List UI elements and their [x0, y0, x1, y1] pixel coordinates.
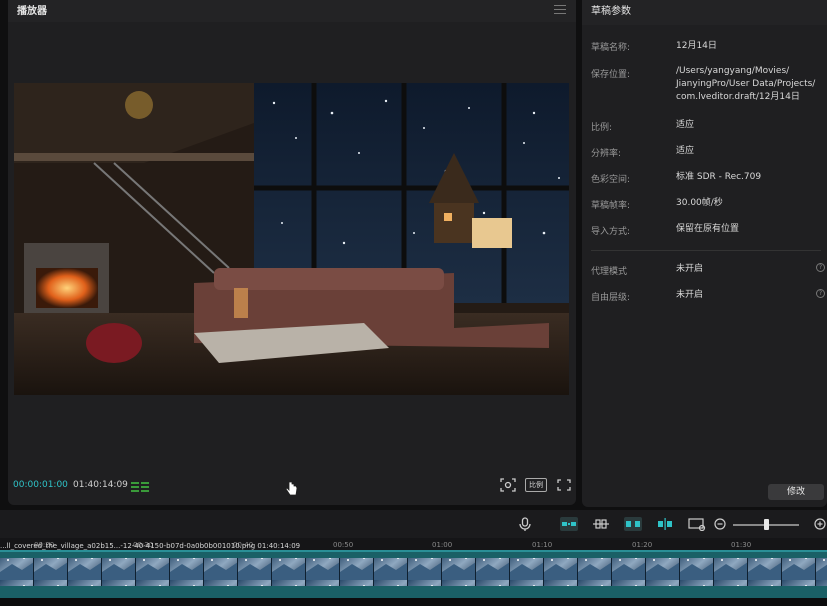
ratio-value: 适应: [676, 120, 695, 130]
timeline-toolbar: [0, 510, 827, 538]
caption-icon[interactable]: [688, 517, 706, 531]
save-location-value: /Users/yangyang/Movies/ JianyingPro/User…: [676, 65, 815, 104]
draft-params-panel: 草稿参数 草稿名称: 12月14日 保存位置: /Users/yangyang/…: [582, 0, 827, 507]
params-title: 草稿参数: [591, 6, 631, 17]
frame-rate-value: 30.00帧/秒: [676, 198, 723, 208]
linkage-icon[interactable]: [624, 517, 642, 531]
save-location-line-2: JianyingPro/User Data/Projects/: [676, 79, 816, 89]
proxy-help-icon[interactable]: ?: [816, 263, 825, 272]
free-layer-value: 未开启: [676, 290, 704, 300]
frame-rate-label: 草稿帧率:: [591, 201, 631, 211]
ruler-tick: 01:30: [731, 541, 752, 549]
hand-cursor-icon: [285, 481, 298, 496]
audio-meter-icon[interactable]: [131, 480, 149, 492]
zoom-out-icon[interactable]: [712, 517, 730, 531]
video-frame-image: [14, 83, 569, 395]
proxy-mode-value: 未开启: [676, 264, 704, 274]
video-preview[interactable]: [14, 83, 569, 395]
menu-icon[interactable]: [554, 5, 566, 15]
resolution-value: 适应: [676, 146, 695, 156]
ratio-label: 比例:: [591, 123, 613, 133]
save-location-line-1: /Users/yangyang/Movies/: [676, 66, 790, 76]
color-space-value: 标准 SDR - Rec.709: [676, 172, 762, 182]
zoom-slider-handle[interactable]: [764, 519, 769, 530]
preview-axis-icon[interactable]: [656, 517, 674, 531]
clip-label: ...ll_covered_the_village_a02b15...-12-4…: [0, 542, 301, 550]
main-track-magnet-icon[interactable]: [560, 517, 578, 531]
current-timecode: 00:00:01:00: [13, 480, 68, 490]
params-divider: [591, 250, 821, 251]
video-track-clip[interactable]: [0, 550, 827, 598]
free-layer-help-icon[interactable]: ?: [816, 289, 825, 298]
edit-button[interactable]: 修改: [768, 484, 824, 500]
proxy-mode-label: 代理模式: [591, 267, 628, 277]
fullscreen-crop-icon[interactable]: [500, 478, 516, 492]
fullscreen-icon[interactable]: [556, 478, 572, 492]
import-mode-label: 导入方式:: [591, 227, 631, 237]
ratio-button[interactable]: 比例: [525, 478, 547, 492]
player-header: 播放器: [8, 0, 576, 22]
free-layer-label: 自由层级:: [591, 293, 631, 303]
player-panel: 播放器 00:00:01:00 01:40:14:09 比例: [8, 0, 576, 505]
auto-snap-icon[interactable]: [592, 517, 610, 531]
microphone-icon[interactable]: [516, 517, 534, 531]
total-timecode: 01:40:14:09: [73, 480, 128, 490]
ruler-tick: 01:20: [632, 541, 653, 549]
ruler-tick: 00:50: [333, 541, 354, 549]
save-location-line-3: com.lveditor.draft/12月14日: [676, 92, 800, 102]
import-mode-value: 保留在原有位置: [676, 224, 740, 234]
clip-thumbnails: [0, 558, 827, 586]
params-header: 草稿参数: [582, 0, 827, 25]
save-location-label: 保存位置:: [591, 70, 631, 80]
ruler-tick: 01:00: [432, 541, 453, 549]
draft-name-value: 12月14日: [676, 41, 717, 51]
ruler-tick: 01:10: [532, 541, 553, 549]
draft-name-label: 草稿名称:: [591, 43, 631, 53]
zoom-in-icon[interactable]: [812, 517, 827, 531]
player-title: 播放器: [17, 6, 47, 17]
timeline-bottom: [0, 598, 827, 606]
color-space-label: 色彩空间:: [591, 175, 631, 185]
resolution-label: 分辨率:: [591, 149, 622, 159]
